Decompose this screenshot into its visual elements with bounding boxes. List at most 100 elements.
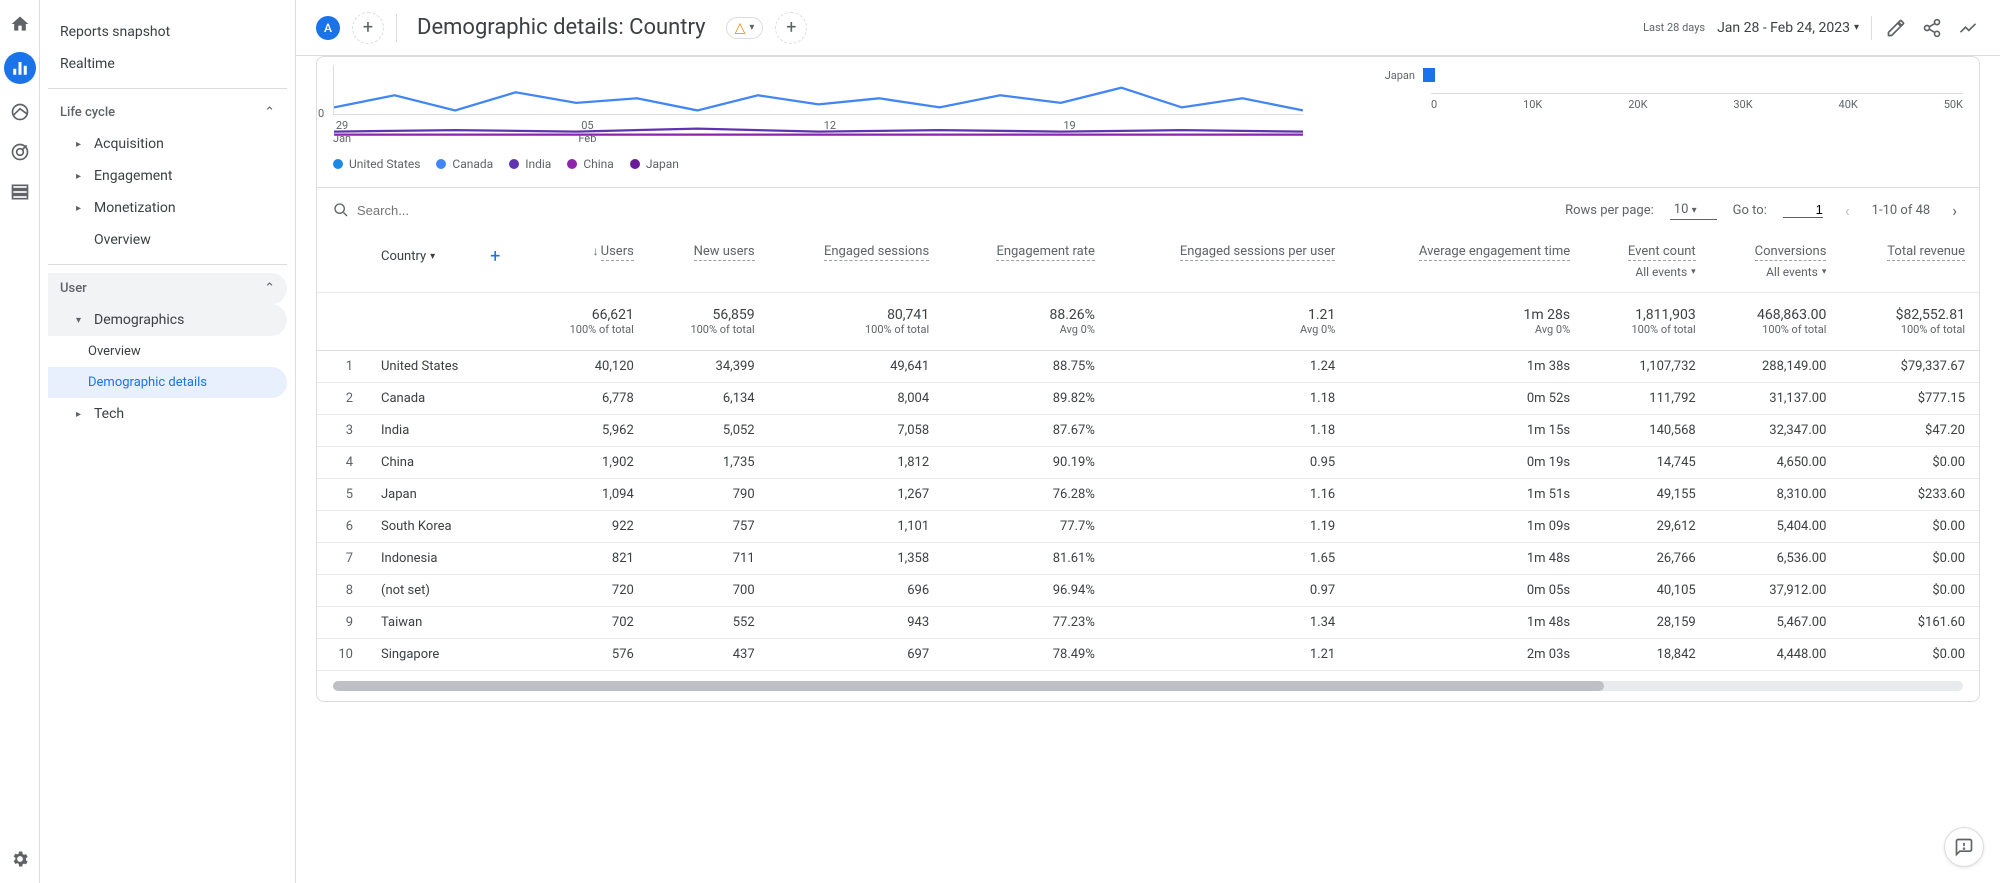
legend-dot-icon [567,159,577,169]
col-event-count[interactable]: Event countAll events ▾ [1584,232,1710,293]
chevron-down-icon: ▾ [1822,267,1827,277]
share-icon[interactable] [1920,16,1944,40]
goto-input[interactable] [1783,202,1823,218]
page-title: Demographic details: Country [417,15,706,40]
explore-icon[interactable] [8,100,32,124]
report-card: 0 29Jan 05Feb 12 19 [316,56,1980,702]
insights-icon[interactable] [1956,16,1980,40]
sort-down-icon: ↓ [593,244,599,258]
rows-per-page-label: Rows per page: [1565,203,1654,218]
main: A + Demographic details: Country △ ▾ + L… [296,0,2000,883]
conversions-filter[interactable]: All events ▾ [1766,265,1826,279]
table-row[interactable]: 5Japan1,0947901,26776.28%1.161m 51s49,15… [317,479,1979,511]
horizontal-scrollbar[interactable] [333,681,1963,691]
nav-rail [0,0,40,883]
rows-per-page-select[interactable]: 10 ▾ [1670,200,1717,220]
line-chart-legend: United States Canada India China Japan [333,157,1303,171]
col-total-revenue[interactable]: Total revenue [1840,232,1979,293]
chevron-up-icon: ⌃ [264,281,275,296]
sidebar-acquisition[interactable]: ▸Acquisition [48,128,287,160]
table-row[interactable]: 3India5,9625,0527,05887.67%1.181m 15s140… [317,415,1979,447]
table-row[interactable]: 2Canada6,7786,1348,00489.82%1.180m 52s11… [317,383,1979,415]
warning-icon: △ [735,20,746,36]
event-count-filter[interactable]: All events ▾ [1635,265,1695,279]
table-row[interactable]: 1United States40,12034,39949,64188.75%1.… [317,351,1979,383]
caret-right-icon: ▸ [76,203,86,214]
col-engaged-sessions[interactable]: Engaged sessions [769,232,944,293]
bar-chart: Japan 010K20K30K40K50K [1343,65,1963,171]
sidebar-engagement[interactable]: ▸Engagement [48,160,287,192]
totals-row: 66,621100% of total56,859100% of total80… [317,293,1979,351]
caret-right-icon: ▸ [76,171,86,182]
reports-icon[interactable] [4,52,36,84]
table-row[interactable]: 7Indonesia8217111,35881.61%1.651m 48s26,… [317,543,1979,575]
legend-item[interactable]: Japan [630,157,679,171]
legend-dot-icon [630,159,640,169]
table-row[interactable]: 8(not set)72070069696.94%0.970m 05s40,10… [317,575,1979,607]
bar-label-japan: Japan [1343,69,1423,82]
caret-right-icon: ▸ [76,139,86,150]
chevron-down-icon: ▾ [1692,205,1697,216]
col-engaged-sessions-per-user[interactable]: Engaged sessions per user [1109,232,1349,293]
edit-report-icon[interactable] [1884,16,1908,40]
advertising-icon[interactable] [8,140,32,164]
add-comparison-button[interactable]: + [352,12,384,44]
sidebar-reports-snapshot[interactable]: Reports snapshot [48,16,287,48]
admin-icon[interactable] [8,847,32,871]
add-dimension-button[interactable]: + [483,244,507,268]
chevron-up-icon: ⌃ [264,105,275,120]
legend-item[interactable]: Canada [436,157,493,171]
sidebar: Reports snapshot Realtime Life cycle ⌃ ▸… [40,0,296,883]
col-engagement-rate[interactable]: Engagement rate [943,232,1109,293]
legend-dot-icon [333,159,343,169]
legend-dot-icon [436,159,446,169]
dimension-dropdown[interactable]: Country ▾ [381,249,435,264]
table-row[interactable]: 6South Korea9227571,10177.7%1.191m 09s29… [317,511,1979,543]
table-toolbar: Rows per page: 10 ▾ Go to: ‹ 1-10 of 48 … [317,187,1979,232]
col-users[interactable]: ↓Users [527,232,648,293]
legend-item[interactable]: China [567,157,614,171]
col-avg-engagement-time[interactable]: Average engagement time [1349,232,1584,293]
sidebar-tech[interactable]: ▸Tech [48,398,287,430]
data-table: Country ▾ + ↓Users New users Engaged ses… [317,232,1979,671]
caret-right-icon: ▸ [76,409,86,420]
user-label: User [60,281,87,296]
col-new-users[interactable]: New users [648,232,769,293]
topbar: A + Demographic details: Country △ ▾ + L… [296,0,2000,56]
page-prev-button[interactable]: ‹ [1839,201,1856,220]
table-row[interactable]: 4China1,9021,7351,81290.19%0.950m 19s14,… [317,447,1979,479]
table-row[interactable]: 10Singapore57643769778.49%1.212m 03s18,8… [317,639,1979,671]
chevron-down-icon: ▾ [430,251,435,262]
chevron-down-icon: ▾ [749,22,754,33]
chevron-down-icon: ▾ [1691,267,1696,277]
col-conversions[interactable]: ConversionsAll events ▾ [1710,232,1841,293]
data-quality-chip[interactable]: △ ▾ [726,17,764,39]
goto-label: Go to: [1733,203,1767,218]
sidebar-section-life-cycle[interactable]: Life cycle ⌃ [48,97,287,128]
sidebar-demographic-details[interactable]: Demographic details [48,367,287,398]
y-axis-zero: 0 [318,107,324,120]
date-range-picker[interactable]: Jan 28 - Feb 24, 2023 ▾ [1717,20,1859,36]
life-cycle-label: Life cycle [60,105,115,120]
home-icon[interactable] [8,12,32,36]
sidebar-monetization[interactable]: ▸Monetization [48,192,287,224]
search-icon [333,202,349,218]
chevron-down-icon: ▾ [1854,22,1859,33]
sidebar-demographics-overview[interactable]: Overview [48,336,287,367]
search-input[interactable] [357,203,557,218]
legend-item[interactable]: United States [333,157,420,171]
account-chip[interactable]: A [316,16,340,40]
page-range-label: 1-10 of 48 [1872,203,1931,218]
legend-item[interactable]: India [509,157,551,171]
sidebar-section-user[interactable]: User ⌃ [48,273,287,304]
table-row[interactable]: 9Taiwan70255294377.23%1.341m 48s28,1595,… [317,607,1979,639]
add-filter-button[interactable]: + [775,12,807,44]
feedback-button[interactable] [1944,827,1984,867]
sidebar-overview-lc[interactable]: Overview [48,224,287,256]
date-preset-label: Last 28 days [1643,21,1705,34]
configure-icon[interactable] [8,180,32,204]
sidebar-demographics[interactable]: ▾Demographics [48,304,287,336]
page-next-button[interactable]: › [1946,201,1963,220]
line-chart: 0 29Jan 05Feb 12 19 [333,65,1303,171]
sidebar-realtime[interactable]: Realtime [48,48,287,80]
